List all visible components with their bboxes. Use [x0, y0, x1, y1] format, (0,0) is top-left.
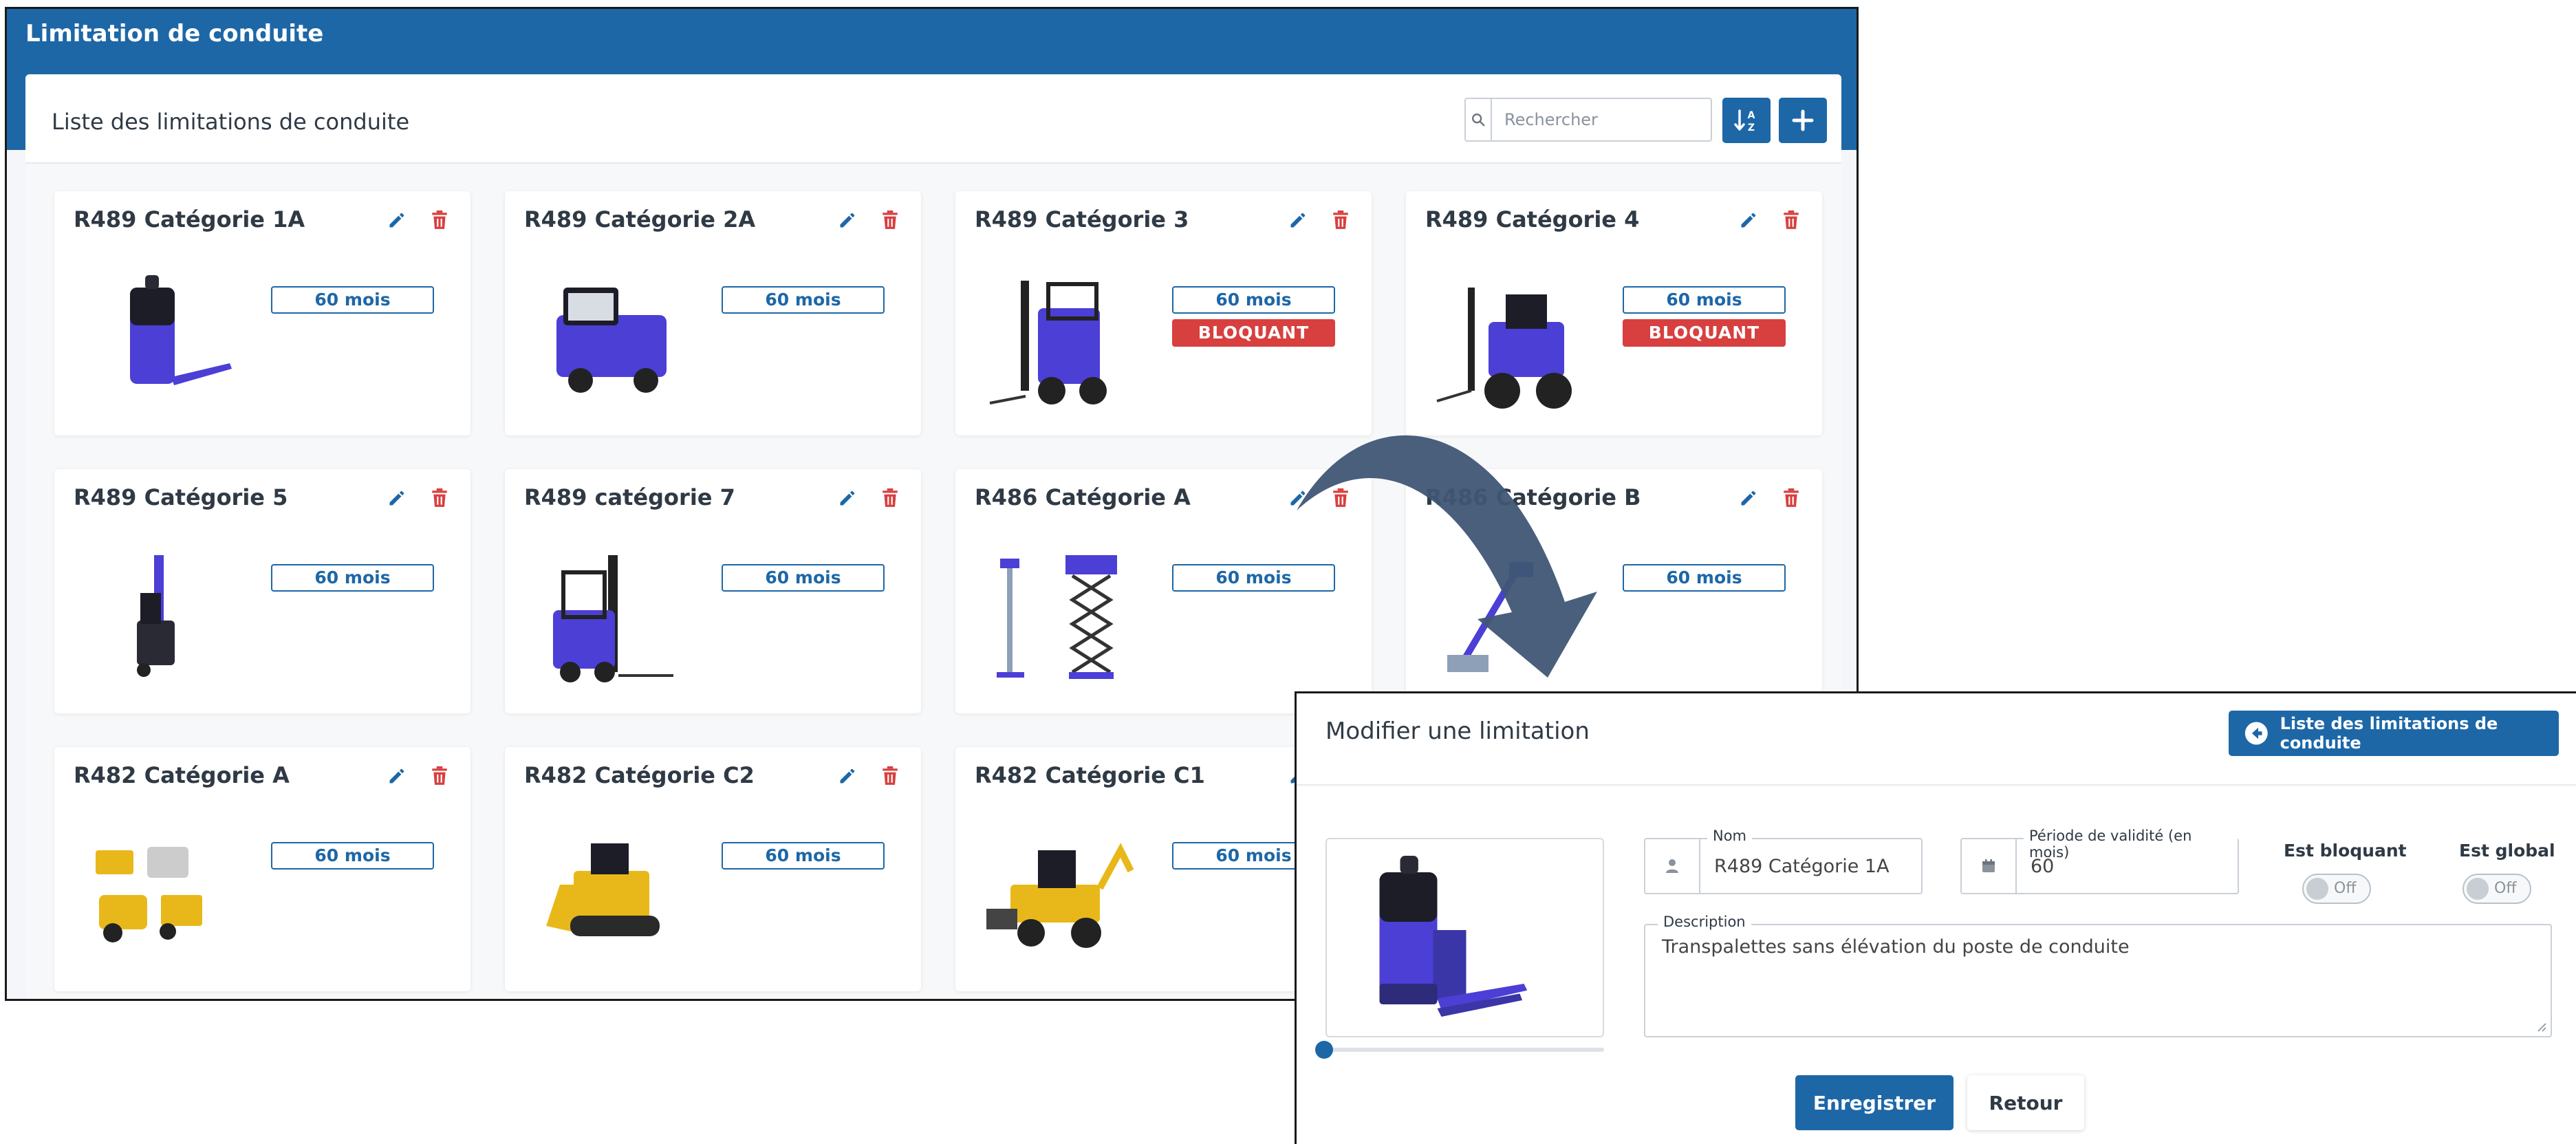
pallet-truck-image	[130, 275, 232, 385]
period-badge: 60 mois	[1623, 564, 1786, 592]
global-label: Est global	[2459, 841, 2555, 861]
edit-limitation-modal: Modifier une limitation Liste des limita…	[1295, 691, 2576, 1144]
card-title: R486 Catégorie B	[1425, 484, 1641, 510]
delete-trash-icon[interactable]	[426, 206, 453, 234]
blocking-label: Est bloquant	[2284, 841, 2407, 861]
global-toggle-state: Off	[2494, 880, 2517, 897]
limitation-card[interactable]: R482 Catégorie C2 60 mois	[505, 747, 921, 991]
back-to-list-button[interactable]: Liste des limitations de conduite	[2229, 711, 2559, 756]
edit-pencil-icon[interactable]	[383, 762, 411, 790]
delete-trash-icon[interactable]	[1327, 206, 1354, 234]
save-button[interactable]: Enregistrer	[1795, 1075, 1953, 1130]
edit-pencil-icon[interactable]	[834, 206, 861, 234]
period-badge: 60 mois	[1172, 564, 1335, 592]
delete-trash-icon[interactable]	[1327, 484, 1354, 512]
card-title: R489 Catégorie 1A	[74, 206, 305, 233]
delete-trash-icon[interactable]	[426, 484, 453, 512]
limitation-card[interactable]: R482 Catégorie A 60 mois	[54, 747, 470, 991]
modal-title: Modifier une limitation	[1325, 717, 1590, 745]
period-field[interactable]: Période de validité (en mois) 60	[1960, 828, 2239, 894]
rough-terrain-forklift-image	[1436, 288, 1572, 409]
period-badge: 60 mois	[271, 842, 434, 870]
card-title: R489 Catégorie 4	[1425, 206, 1640, 233]
limitation-card[interactable]: R489 Catégorie 5 60 mois	[54, 469, 470, 713]
blocking-badge: BLOQUANT	[1172, 319, 1335, 347]
image-preview[interactable]	[1325, 838, 1604, 1037]
edit-pencil-icon[interactable]	[834, 484, 861, 512]
electric-forklift-image	[553, 555, 673, 682]
limitation-card[interactable]: R486 Catégorie A 60 mois	[955, 469, 1372, 713]
edit-pencil-icon[interactable]	[383, 206, 411, 234]
card-title: R489 Catégorie 5	[74, 484, 288, 510]
resize-handle-icon[interactable]	[2535, 1021, 2546, 1032]
period-badge: 60 mois	[722, 286, 885, 314]
edit-pencil-icon[interactable]	[1284, 484, 1312, 512]
period-badge: 60 mois	[722, 842, 885, 870]
edit-pencil-icon[interactable]	[383, 484, 411, 512]
period-badge: 60 mois	[1172, 286, 1335, 314]
limitation-card[interactable]: R489 Catégorie 2A 60 mois	[505, 191, 921, 435]
delete-trash-icon[interactable]	[876, 484, 904, 512]
edit-pencil-icon[interactable]	[1284, 206, 1312, 234]
modal-divider	[1297, 784, 2576, 786]
forklift-image	[989, 281, 1107, 404]
name-field[interactable]: Nom R489 Catégorie 1A	[1644, 828, 1923, 894]
calendar-icon	[1962, 839, 2017, 893]
image-slider-handle[interactable]	[1315, 1041, 1333, 1059]
compact-machines-image	[96, 847, 202, 942]
limitation-card[interactable]: R486 Catégorie B 60 mois	[1406, 469, 1822, 713]
toggle-knob	[2467, 878, 2489, 900]
delete-trash-icon[interactable]	[1777, 484, 1805, 512]
delete-trash-icon[interactable]	[426, 762, 453, 790]
card-title: R489 Catégorie 3	[975, 206, 1189, 233]
card-title: R482 Catégorie C1	[975, 762, 1205, 788]
name-value[interactable]: R489 Catégorie 1A	[1714, 839, 1890, 893]
boom-lift-image	[1447, 562, 1533, 672]
cancel-button[interactable]: Retour	[1967, 1075, 2084, 1130]
edit-pencil-icon[interactable]	[1735, 206, 1762, 234]
blocking-badge: BLOQUANT	[1623, 319, 1786, 347]
period-badge: 60 mois	[271, 286, 434, 314]
description-value[interactable]: Transpalettes sans élévation du poste de…	[1662, 936, 2130, 958]
delete-trash-icon[interactable]	[876, 762, 904, 790]
app-title: Limitation de conduite	[25, 20, 324, 47]
reach-truck-image	[137, 555, 175, 677]
delete-trash-icon[interactable]	[1777, 206, 1805, 234]
card-title: R482 Catégorie C2	[524, 762, 755, 788]
pallet-truck-image	[1379, 856, 1528, 1017]
mast-and-scissor-lift-image	[997, 555, 1117, 679]
user-icon	[1645, 839, 1700, 893]
limitation-card[interactable]: R489 Catégorie 1A 60 mois	[54, 191, 470, 435]
period-label: Période de validité (en mois)	[2024, 828, 2238, 861]
card-title: R489 catégorie 7	[524, 484, 735, 510]
edit-pencil-icon[interactable]	[1735, 484, 1762, 512]
limitation-card[interactable]: R489 Catégorie 4 60 mois BLOQUANT	[1406, 191, 1822, 435]
toggle-knob	[2306, 878, 2328, 900]
period-badge: 60 mois	[271, 564, 434, 592]
blocking-toggle[interactable]: Off	[2302, 874, 2371, 904]
description-label: Description	[1658, 914, 1751, 930]
blocking-toggle-state: Off	[2334, 880, 2357, 897]
backhoe-loader-image	[986, 843, 1134, 948]
global-toggle[interactable]: Off	[2463, 874, 2531, 904]
card-title: R482 Catégorie A	[74, 762, 290, 788]
limitation-card[interactable]: R489 catégorie 7 60 mois	[505, 469, 921, 713]
card-title: R489 Catégorie 2A	[524, 206, 756, 233]
description-field[interactable]: Description Transpalettes sans élévation…	[1644, 914, 2552, 1037]
limitation-card[interactable]: R489 Catégorie 3 60 mois BLOQUANT	[955, 191, 1372, 435]
image-slider-track[interactable]	[1325, 1048, 1604, 1052]
bulldozer-image	[546, 843, 660, 936]
delete-trash-icon[interactable]	[876, 206, 904, 234]
tow-tractor-image	[556, 288, 667, 393]
period-badge: 60 mois	[1623, 286, 1786, 314]
period-badge: 60 mois	[722, 564, 885, 592]
period-value[interactable]: 60	[2031, 839, 2054, 893]
arrow-circle-left-icon	[2244, 722, 2268, 745]
edit-pencil-icon[interactable]	[834, 762, 861, 790]
back-to-list-label: Liste des limitations de conduite	[2280, 714, 2498, 753]
card-title: R486 Catégorie A	[975, 484, 1191, 510]
